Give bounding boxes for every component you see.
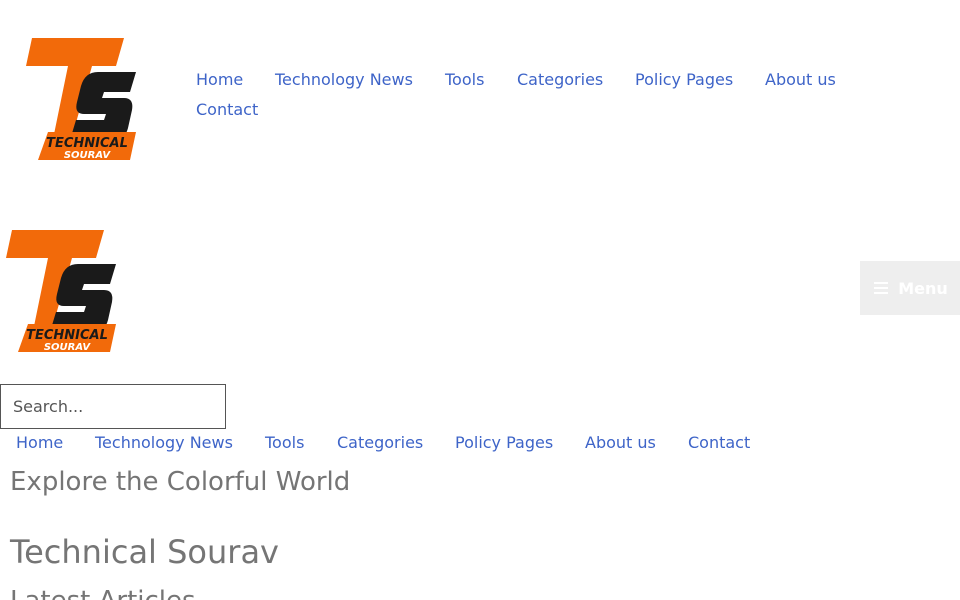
secondary-nav-home[interactable]: Home xyxy=(16,433,63,453)
secondary-nav-tools[interactable]: Tools xyxy=(265,433,304,453)
header-nav-policy-pages[interactable]: Policy Pages xyxy=(635,70,733,90)
site-logo[interactable]: TECHNICAL SOURAV xyxy=(24,36,138,160)
header-nav-tools[interactable]: Tools xyxy=(445,70,484,90)
logo-text-line-2: SOURAV xyxy=(64,150,112,160)
mobile-logo-text-line-2: SOURAV xyxy=(44,342,92,352)
header-nav-about-us[interactable]: About us xyxy=(765,70,836,90)
mobile-logo-text-line-1: TECHNICAL xyxy=(26,328,108,343)
site-title: Technical Sourav xyxy=(10,533,279,571)
secondary-nav-contact[interactable]: Contact xyxy=(688,433,750,453)
latest-articles-heading: Latest Articles xyxy=(10,584,196,600)
logo-image: TECHNICAL SOURAV xyxy=(26,38,136,160)
secondary-nav-categories[interactable]: Categories xyxy=(337,433,423,453)
hamburger-icon xyxy=(874,279,889,297)
page: TECHNICAL SOURAV Home Technology News To… xyxy=(0,0,960,600)
mobile-logo-image: TECHNICAL SOURAV xyxy=(6,230,116,352)
logo-text-line-1: TECHNICAL xyxy=(46,136,128,151)
site-tagline: Explore the Colorful World xyxy=(10,467,351,497)
mobile-site-logo[interactable]: TECHNICAL SOURAV xyxy=(4,228,118,352)
header-nav-technology-news[interactable]: Technology News xyxy=(275,70,413,90)
search-input[interactable] xyxy=(0,384,226,429)
secondary-nav-policy-pages[interactable]: Policy Pages xyxy=(455,433,553,453)
secondary-nav-about-us[interactable]: About us xyxy=(585,433,656,453)
menu-toggle-button[interactable]: Menu xyxy=(860,261,960,315)
header-nav-categories[interactable]: Categories xyxy=(517,70,603,90)
header-nav-home[interactable]: Home xyxy=(196,70,243,90)
secondary-nav-technology-news[interactable]: Technology News xyxy=(95,433,233,453)
menu-toggle-label: Menu xyxy=(898,278,948,298)
header-nav-contact[interactable]: Contact xyxy=(196,100,258,120)
